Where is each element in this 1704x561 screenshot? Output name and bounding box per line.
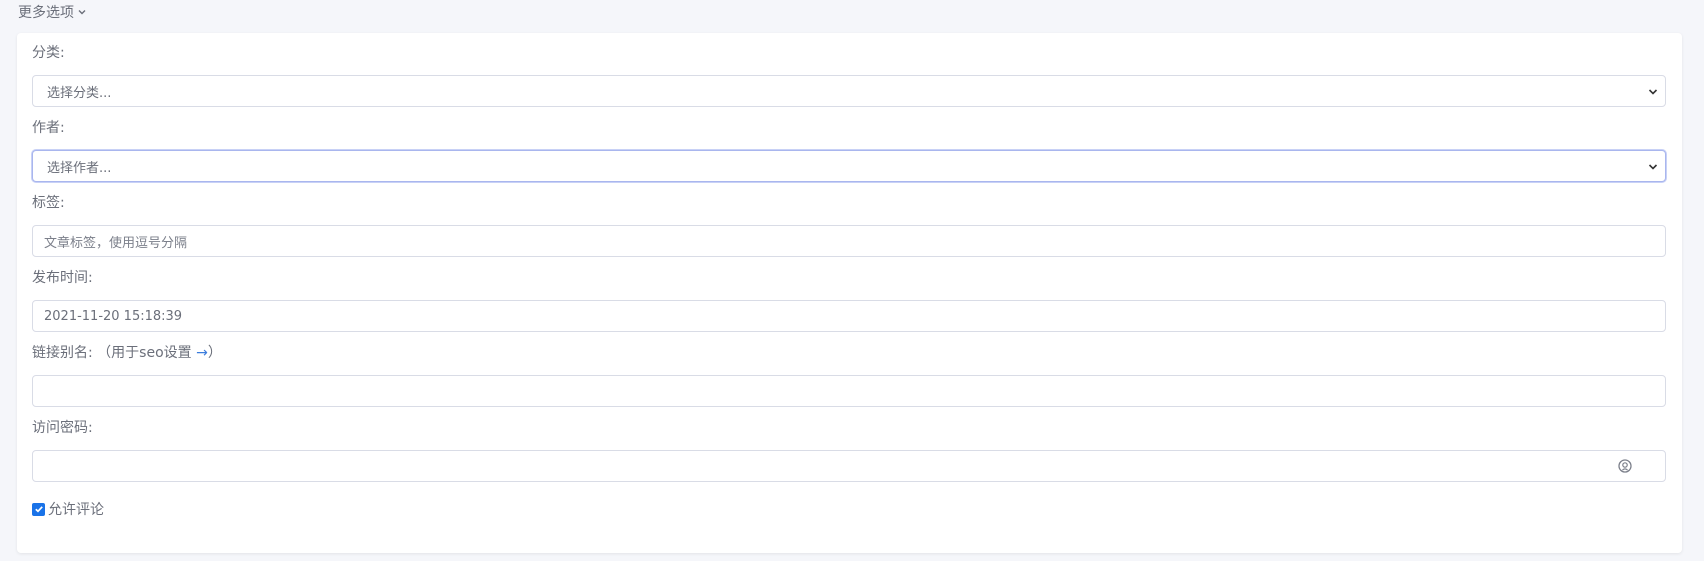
- tags-placeholder: 文章标签，使用逗号分隔: [44, 235, 188, 251]
- chevron-down-icon: [1648, 164, 1658, 170]
- category-select-value: 选择分类...: [47, 85, 112, 101]
- allow-comments-checkbox[interactable]: [32, 502, 45, 516]
- author-select[interactable]: 选择作者...: [32, 150, 1666, 182]
- category-field: 分类: 选择分类...: [32, 43, 1668, 107]
- slug-input[interactable]: [32, 375, 1666, 407]
- category-select[interactable]: 选择分类...: [32, 75, 1666, 107]
- options-card: 分类: 选择分类... 作者: 选择作者... 标签: 文章标签，使用逗号分隔 …: [17, 33, 1682, 553]
- chevron-down-icon: [78, 10, 86, 15]
- slug-label-row: 链接别名: （用于seo设置 →）: [32, 343, 1668, 363]
- more-options-toggle[interactable]: 更多选项: [18, 2, 87, 22]
- seo-settings-link[interactable]: →: [196, 345, 208, 361]
- eye-icon[interactable]: [1617, 458, 1633, 474]
- password-input[interactable]: [32, 450, 1666, 482]
- publish-time-label: 发布时间:: [32, 270, 93, 286]
- publish-time-value: 2021-11-20 15:18:39: [44, 308, 183, 324]
- password-label: 访问密码:: [32, 420, 93, 436]
- allow-comments-row[interactable]: 允许评论: [32, 499, 104, 519]
- allow-comments-label: 允许评论: [48, 502, 104, 518]
- slug-hint-suffix: ）: [207, 345, 222, 361]
- publish-time-input[interactable]: 2021-11-20 15:18:39: [32, 300, 1666, 332]
- author-select-value: 选择作者...: [47, 160, 112, 176]
- slug-label: 链接别名:: [32, 345, 93, 361]
- slug-field: 链接别名: （用于seo设置 →）: [32, 343, 1668, 407]
- author-field: 作者: 选择作者...: [32, 118, 1668, 182]
- password-field: 访问密码:: [32, 418, 1668, 482]
- tags-input[interactable]: 文章标签，使用逗号分隔: [32, 225, 1666, 257]
- category-label: 分类:: [32, 45, 65, 61]
- checkmark-icon: [34, 506, 43, 513]
- tags-label: 标签:: [32, 195, 65, 211]
- tags-field: 标签: 文章标签，使用逗号分隔: [32, 193, 1668, 257]
- slug-hint-prefix: （用于seo设置: [97, 345, 197, 361]
- chevron-down-icon: [1648, 89, 1658, 95]
- more-options-label: 更多选项: [18, 5, 74, 21]
- author-label: 作者:: [32, 120, 65, 136]
- publish-time-field: 发布时间: 2021-11-20 15:18:39: [32, 268, 1668, 332]
